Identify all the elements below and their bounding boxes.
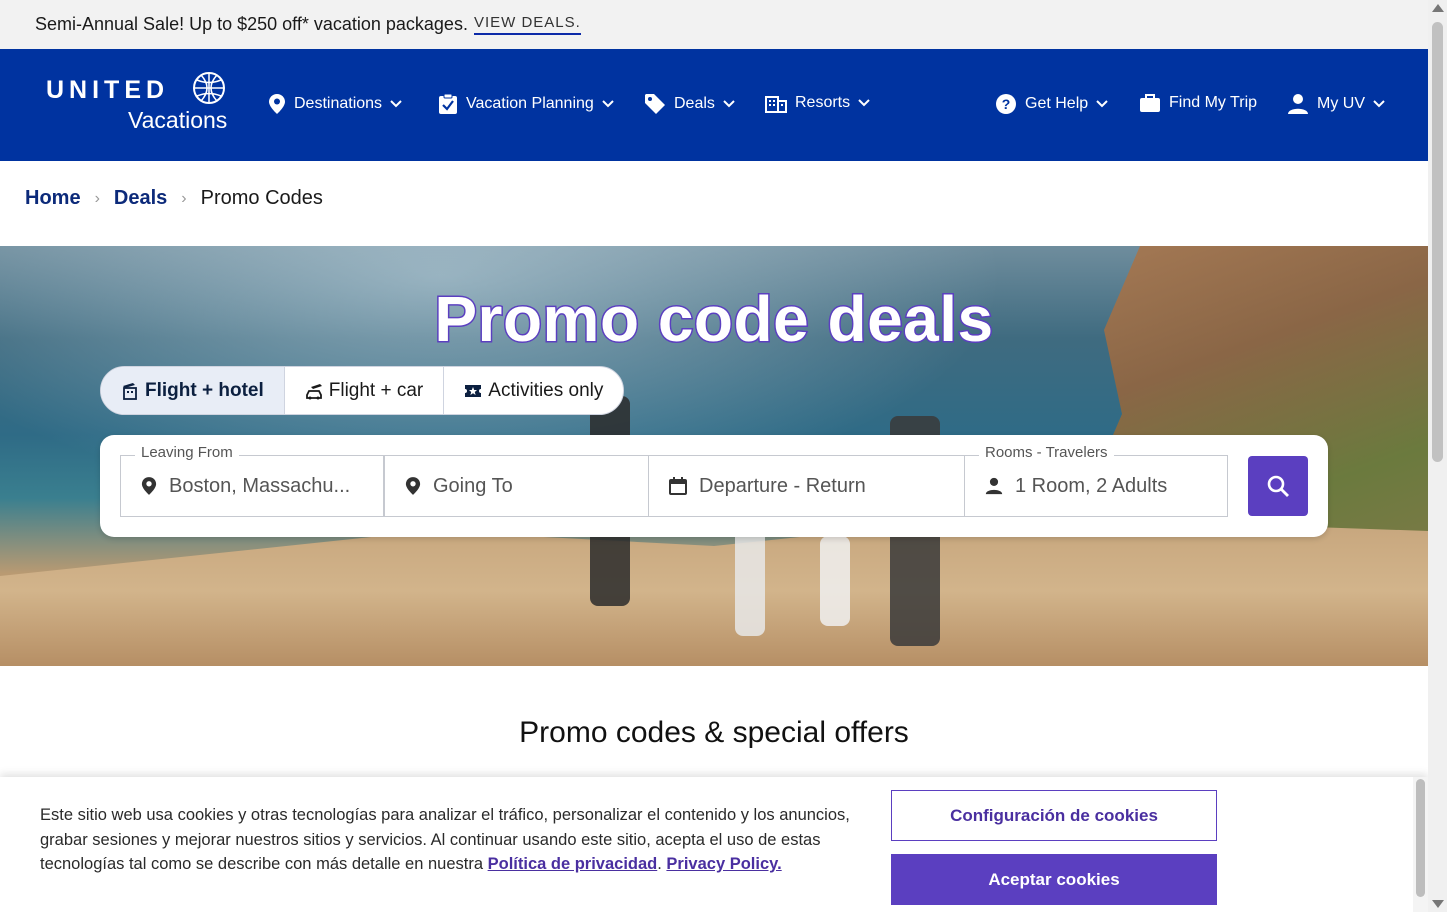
user-icon: [985, 477, 1003, 495]
promo-banner: Semi-Annual Sale! Up to $250 off* vacati…: [0, 0, 1428, 49]
nav-destinations[interactable]: Destinations: [268, 93, 402, 115]
privacy-policy-es-link[interactable]: Política de privacidad: [488, 855, 658, 873]
logo-brand: UNITED: [46, 76, 170, 104]
breadcrumb: Home › Deals › Promo Codes: [25, 187, 323, 210]
hero-banner: Promo code deals Flight + hotel Flight +…: [0, 246, 1428, 666]
site-header: UNITED Vacations Destinations Vacation P…: [0, 49, 1428, 161]
nav-my-uv-label: My UV: [1317, 95, 1365, 112]
promo-text: Semi-Annual Sale! Up to $250 off* vacati…: [35, 14, 468, 34]
nav-find-my-trip[interactable]: Find My Trip: [1139, 93, 1257, 113]
user-icon: [1288, 94, 1308, 114]
building-icon: [765, 96, 787, 113]
search-button[interactable]: [1248, 456, 1308, 516]
dates-field[interactable]: Departure - Return: [648, 455, 965, 517]
chevron-down-icon: [723, 100, 735, 108]
tab-flight-hotel-label: Flight + hotel: [145, 379, 264, 401]
tab-flight-car[interactable]: Flight + car: [285, 367, 445, 414]
going-to-placeholder: Going To: [433, 474, 513, 497]
cookie-scrollbar-thumb[interactable]: [1416, 779, 1425, 897]
rooms-travelers-field[interactable]: Rooms - Travelers 1 Room, 2 Adults: [964, 444, 1228, 517]
nav-deals[interactable]: Deals: [644, 93, 735, 115]
nav-get-help[interactable]: ? Get Help: [995, 93, 1108, 115]
scroll-up-arrow-icon[interactable]: [1432, 4, 1444, 12]
breadcrumb-home[interactable]: Home: [25, 187, 81, 210]
cookie-banner: Este sitio web usa cookies y otras tecno…: [0, 777, 1428, 912]
rooms-travelers-label: Rooms - Travelers: [979, 444, 1114, 461]
page: Semi-Annual Sale! Up to $250 off* vacati…: [0, 0, 1447, 912]
nav-deals-label: Deals: [674, 95, 715, 112]
cookie-scrollbar[interactable]: [1413, 777, 1428, 912]
privacy-policy-en-link[interactable]: Privacy Policy.: [666, 855, 781, 873]
calendar-icon: [669, 477, 687, 495]
hero-photo-child: [820, 536, 850, 626]
flight-hotel-icon: [123, 382, 137, 400]
breadcrumb-deals[interactable]: Deals: [114, 187, 167, 210]
map-pin-icon: [141, 477, 157, 495]
accept-cookies-button[interactable]: Aceptar cookies: [891, 854, 1217, 905]
leaving-from-label: Leaving From: [135, 444, 239, 461]
cookie-settings-button[interactable]: Configuración de cookies: [891, 790, 1217, 841]
nav-vacation-planning[interactable]: Vacation Planning: [438, 93, 614, 115]
tab-activities-only-label: Activities only: [488, 379, 604, 401]
chevron-down-icon: [390, 100, 402, 108]
search-type-tabs: Flight + hotel Flight + car Activities o…: [100, 366, 625, 415]
dates-placeholder: Departure - Return: [699, 474, 866, 497]
hero-photo-child: [735, 526, 765, 636]
rooms-travelers-value: 1 Room, 2 Adults: [1015, 474, 1168, 497]
flight-car-icon: [305, 383, 322, 399]
tab-activities-only[interactable]: Activities only: [444, 367, 623, 414]
leaving-from-value: Boston, Massachu...: [169, 474, 351, 497]
logo-sub: Vacations: [128, 107, 228, 133]
scroll-down-arrow-icon[interactable]: [1432, 900, 1444, 908]
nav-destinations-label: Destinations: [294, 95, 383, 112]
tab-flight-hotel[interactable]: Flight + hotel: [101, 367, 285, 414]
breadcrumb-current: Promo Codes: [200, 187, 323, 209]
chevron-down-icon: [602, 100, 614, 108]
nav-my-uv[interactable]: My UV: [1287, 93, 1385, 115]
hero-title: Promo code deals: [433, 282, 995, 357]
briefcase-icon: [1140, 94, 1160, 112]
nav-resorts[interactable]: Resorts: [765, 93, 870, 113]
chevron-down-icon: [858, 99, 870, 107]
map-pin-icon: [405, 477, 421, 495]
chevron-down-icon: [1096, 100, 1108, 108]
tag-icon: [645, 94, 665, 114]
chevron-down-icon: [1373, 100, 1385, 108]
globe-icon: [191, 71, 227, 110]
page-scrollbar[interactable]: [1428, 0, 1447, 912]
tab-flight-car-label: Flight + car: [328, 379, 424, 401]
map-pin-icon: [269, 94, 285, 114]
nav-get-help-label: Get Help: [1025, 95, 1089, 112]
leaving-from-field[interactable]: Leaving From Boston, Massachu...: [120, 444, 384, 517]
nav-find-my-trip-label: Find My Trip: [1169, 94, 1258, 111]
page-scrollbar-thumb[interactable]: [1432, 22, 1443, 462]
section-title: Promo codes & special offers: [519, 716, 909, 749]
clipboard-check-icon: [439, 93, 457, 114]
going-to-field[interactable]: Going To: [384, 455, 649, 517]
help-circle-icon: ?: [996, 94, 1016, 114]
search-icon: [1267, 475, 1289, 497]
chevron-right-icon: ›: [181, 189, 187, 207]
svg-text:?: ?: [1002, 96, 1011, 112]
ticket-icon: [465, 384, 482, 397]
chevron-right-icon: ›: [94, 189, 100, 207]
view-deals-link[interactable]: VIEW DEALS.: [473, 14, 581, 35]
nav-vacation-planning-label: Vacation Planning: [466, 95, 594, 112]
cookie-text: Este sitio web usa cookies y otras tecno…: [40, 806, 850, 873]
nav-resorts-label: Resorts: [795, 94, 851, 111]
united-vacations-logo[interactable]: UNITED Vacations: [46, 71, 231, 137]
search-form: Leaving From Boston, Massachu... Going T…: [100, 435, 1328, 537]
